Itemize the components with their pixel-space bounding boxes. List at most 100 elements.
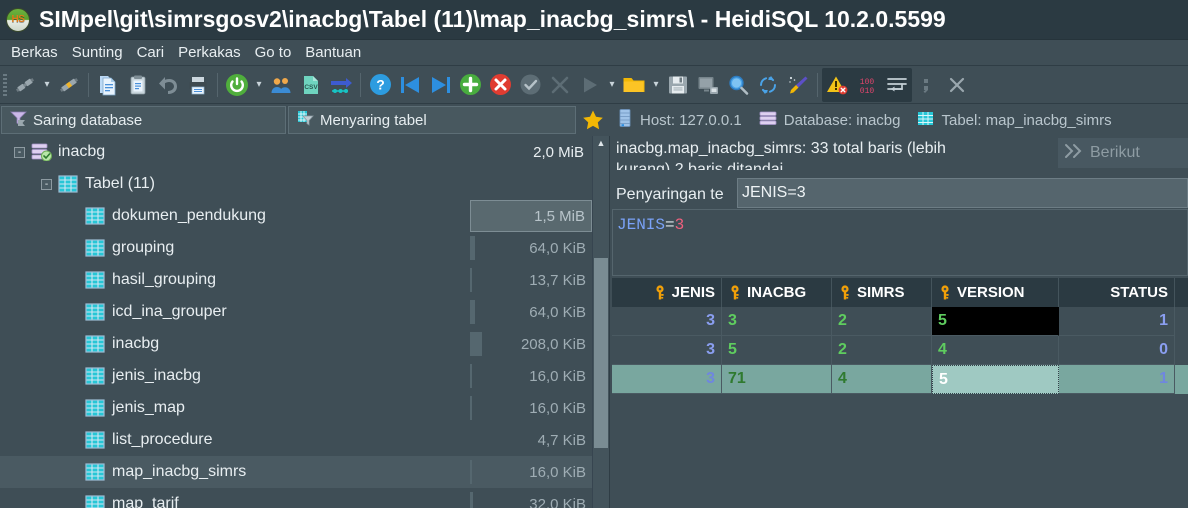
session-dropdown-icon[interactable]: ▾ xyxy=(40,69,54,101)
tree-item-icd_ina_grouper[interactable]: icd_ina_grouper 64,0 KiB xyxy=(0,296,592,328)
sql-editor[interactable]: JENIS=3 xyxy=(612,209,1188,276)
database-tree[interactable]: - inacbg 2,0 MiB - Tabel (11) dokumen_penduku… xyxy=(0,136,592,508)
menu-item-berkas[interactable]: Berkas xyxy=(4,42,65,63)
grid-cell-simrs[interactable]: 2 xyxy=(832,336,932,365)
table-filter-input[interactable]: Menyaring tabel xyxy=(288,106,576,134)
grid-cell-simrs[interactable]: 2 xyxy=(832,307,932,336)
refresh-icon[interactable] xyxy=(222,69,252,101)
print-icon[interactable] xyxy=(183,69,213,101)
grid-cell-inacbg[interactable]: 5 xyxy=(722,336,832,365)
tree-item-label: hasil_grouping xyxy=(112,271,217,288)
delimiter-icon[interactable] xyxy=(912,69,942,101)
filter-bar: Saring database Menyaring tabel Host: 12… xyxy=(0,104,1188,136)
tree-item-inacbg[interactable]: inacbg 208,0 KiB xyxy=(0,328,592,360)
grid-header-inacbg[interactable]: INACBG xyxy=(722,278,832,307)
data-transfer-icon[interactable] xyxy=(326,69,356,101)
open-dropdown-icon[interactable]: ▾ xyxy=(649,69,663,101)
csv-export-icon[interactable]: CSV xyxy=(296,69,326,101)
apply-icon[interactable] xyxy=(515,69,545,101)
error-warning-icon[interactable] xyxy=(822,69,852,101)
add-icon[interactable] xyxy=(455,69,485,101)
previous-icon[interactable] xyxy=(395,69,425,101)
grid-cell-jenis[interactable]: 3 xyxy=(612,336,722,365)
tree-item-list_procedure[interactable]: list_procedure 4,7 KiB xyxy=(0,424,592,456)
run-dropdown-icon[interactable]: ▾ xyxy=(605,69,619,101)
format-brush-icon[interactable] xyxy=(783,69,813,101)
grid-cell-jenis[interactable]: 3 xyxy=(612,307,722,336)
next-icon[interactable] xyxy=(425,69,455,101)
help-icon[interactable]: ? xyxy=(365,69,395,101)
database-icon xyxy=(759,109,777,131)
copy-icon[interactable] xyxy=(93,69,123,101)
filter-label: Penyaringan te xyxy=(616,186,724,203)
data-grid[interactable]: JENIS INACBG SIMRS VERSION STATUS 3325135240… xyxy=(612,278,1188,508)
grid-cell-status[interactable]: 0 xyxy=(1059,336,1175,365)
table-row[interactable]: 33251 xyxy=(612,307,1188,336)
table-row[interactable]: 35240 xyxy=(612,336,1188,365)
toolbar-grip[interactable] xyxy=(3,73,7,96)
database-filter-input[interactable]: Saring database xyxy=(1,106,286,134)
tree-item-inacbg[interactable]: - inacbg 2,0 MiB xyxy=(0,136,592,168)
tree-item-map_tarif[interactable]: map_tarif 32,0 KiB xyxy=(0,488,592,508)
next-page-button[interactable]: Berikut xyxy=(1058,138,1188,168)
cancel-icon[interactable] xyxy=(545,69,575,101)
toolbar-separator xyxy=(88,72,89,97)
key-icon xyxy=(728,285,742,300)
grid-cell-status[interactable]: 1 xyxy=(1059,365,1175,394)
find-icon[interactable] xyxy=(723,69,753,101)
close-tab-icon[interactable] xyxy=(942,69,972,101)
wrap-lines-icon[interactable] xyxy=(882,69,912,101)
star-icon[interactable] xyxy=(577,104,609,136)
grid-cell-version[interactable]: 5 xyxy=(932,365,1059,394)
tree-item-jenis_map[interactable]: jenis_map 16,0 KiB xyxy=(0,392,592,424)
undo-icon[interactable] xyxy=(153,69,183,101)
grid-cell-inacbg[interactable]: 3 xyxy=(722,307,832,336)
open-folder-icon[interactable] xyxy=(619,69,649,101)
run-icon[interactable] xyxy=(575,69,605,101)
tree-item-map_inacbg_simrs[interactable]: map_inacbg_simrs 16,0 KiB xyxy=(0,456,592,488)
grid-header-simrs[interactable]: SIMRS xyxy=(832,278,932,307)
toolbar-group-query-options: 100 010 xyxy=(822,67,912,102)
users-icon[interactable] xyxy=(266,69,296,101)
chevron-up-icon[interactable]: ▲ xyxy=(593,136,609,151)
tree-item-dokumen_pendukung[interactable]: dokumen_pendukung 1,5 MiB xyxy=(0,200,592,232)
tree-item-size-cell: 4,7 KiB xyxy=(470,424,592,456)
menu-item-bantuan[interactable]: Bantuan xyxy=(298,42,368,63)
grid-cell-status[interactable]: 1 xyxy=(1059,307,1175,336)
grid-header-status[interactable]: STATUS xyxy=(1059,278,1175,307)
session-manager-icon[interactable] xyxy=(10,69,40,101)
grid-cell-version[interactable]: 4 xyxy=(932,336,1059,365)
tree-item-size-cell: 1,5 MiB xyxy=(470,200,592,232)
tree-item-jenis_inacbg[interactable]: jenis_inacbg 16,0 KiB xyxy=(0,360,592,392)
tree-scrollbar[interactable]: ▲ xyxy=(592,136,609,508)
grid-cell-jenis[interactable]: 3 xyxy=(612,365,722,394)
save-icon[interactable] xyxy=(663,69,693,101)
save-as-icon[interactable] xyxy=(693,69,723,101)
delete-icon[interactable] xyxy=(485,69,515,101)
grid-cell-simrs[interactable]: 4 xyxy=(832,365,932,394)
grid-header-jenis[interactable]: JENIS xyxy=(612,278,722,307)
data-grid-body[interactable]: 3 3 2 5 1 3 5 2 4 0 3 71 4 5 1 xyxy=(612,307,1188,394)
grid-header-version[interactable]: VERSION xyxy=(932,278,1059,307)
tree-item-grouping[interactable]: grouping 64,0 KiB xyxy=(0,232,592,264)
grid-cell-version[interactable]: 5 xyxy=(932,307,1059,336)
paste-icon[interactable] xyxy=(123,69,153,101)
tree-item-tabel--11-[interactable]: - Tabel (11) xyxy=(0,168,592,200)
new-session-icon[interactable] xyxy=(54,69,84,101)
menu-item-sunting[interactable]: Sunting xyxy=(65,42,130,63)
scrollbar-thumb[interactable] xyxy=(594,258,608,448)
tree-expander-icon[interactable]: - xyxy=(41,178,52,190)
menu-item-perkakas[interactable]: Perkakas xyxy=(171,42,248,63)
table-row[interactable]: 3 71 4 5 1 xyxy=(612,365,1188,394)
filter-value-input[interactable]: JENIS=3 xyxy=(737,178,1188,208)
refresh-dropdown-icon[interactable]: ▾ xyxy=(252,69,266,101)
tree-item-size-cell: 32,0 KiB xyxy=(470,488,592,508)
binary-icon[interactable]: 100 010 xyxy=(852,69,882,101)
menu-item-goto[interactable]: Go to xyxy=(248,42,299,63)
menu-item-cari[interactable]: Cari xyxy=(130,42,172,63)
menu-bar: Berkas Sunting Cari Perkakas Go to Bantu… xyxy=(0,40,1188,66)
replace-icon[interactable] xyxy=(753,69,783,101)
tree-item-hasil_grouping[interactable]: hasil_grouping 13,7 KiB xyxy=(0,264,592,296)
grid-cell-inacbg[interactable]: 71 xyxy=(722,365,832,394)
tree-expander-icon[interactable]: - xyxy=(14,146,25,158)
